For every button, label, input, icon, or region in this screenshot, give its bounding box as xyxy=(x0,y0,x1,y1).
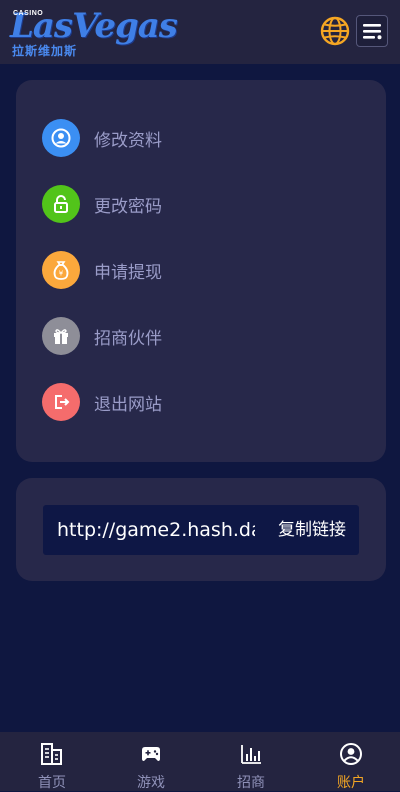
account-icon xyxy=(340,743,362,765)
money-bag-icon: ¥ xyxy=(42,251,80,289)
logo-casino-text: CASINO xyxy=(13,10,44,17)
casino-logo[interactable]: LasVegas CASINO 拉斯维加斯 xyxy=(10,6,178,58)
account-menu-card: 修改资料 更改密码 ¥ 申请提现 招商伙伴 退出网站 xyxy=(16,80,386,462)
menu-item-label: 修改资料 xyxy=(94,130,162,151)
nav-item-games[interactable]: 游戏 xyxy=(101,732,201,791)
svg-text:¥: ¥ xyxy=(59,270,64,278)
gift-icon xyxy=(42,317,80,355)
menu-item-withdraw[interactable]: ¥ 申请提现 xyxy=(42,251,342,289)
menu-item-label: 招商伙伴 xyxy=(94,328,162,349)
menu-button[interactable] xyxy=(356,15,388,47)
menu-item-label: 申请提现 xyxy=(94,262,162,283)
share-link-text[interactable]: http://game2.hash.dapp xyxy=(57,505,255,555)
bar-chart-icon xyxy=(241,745,261,764)
nav-label: 首页 xyxy=(38,775,66,791)
nav-label: 招商 xyxy=(237,775,265,791)
nav-label: 游戏 xyxy=(137,775,165,791)
menu-item-label: 更改密码 xyxy=(94,196,162,217)
home-icon xyxy=(41,743,62,765)
nav-item-home[interactable]: 首页 xyxy=(2,732,102,791)
bottom-nav: 首页 游戏 招商 账户 xyxy=(0,732,400,791)
globe-icon[interactable] xyxy=(320,16,350,46)
nav-label: 账户 xyxy=(337,775,365,791)
unlock-icon xyxy=(42,185,80,223)
copy-link-button[interactable]: 复制链接 xyxy=(265,505,359,555)
nav-item-account[interactable]: 账户 xyxy=(301,732,400,791)
menu-item-label: 退出网站 xyxy=(94,394,162,415)
menu-item-change-password[interactable]: 更改密码 xyxy=(42,185,342,223)
menu-icon xyxy=(363,24,382,40)
logo-subtitle: 拉斯维加斯 xyxy=(12,44,78,58)
menu-item-partners[interactable]: 招商伙伴 xyxy=(42,317,342,355)
share-link-field[interactable]: http://game2.hash.dapp 复制链接 xyxy=(43,505,359,555)
top-header: LasVegas CASINO 拉斯维加斯 xyxy=(0,0,400,64)
gamepad-icon xyxy=(142,747,160,761)
menu-item-edit-profile[interactable]: 修改资料 xyxy=(42,119,342,157)
nav-item-partners[interactable]: 招商 xyxy=(201,732,301,791)
logout-icon xyxy=(42,383,80,421)
user-icon xyxy=(42,119,80,157)
menu-item-logout[interactable]: 退出网站 xyxy=(42,383,342,421)
share-link-card: http://game2.hash.dapp 复制链接 xyxy=(16,478,386,581)
